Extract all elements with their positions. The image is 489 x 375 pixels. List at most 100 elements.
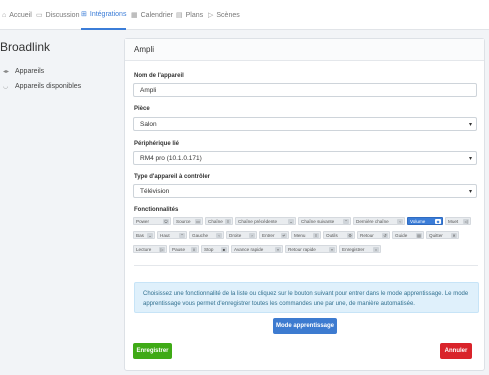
card-header: Ampli — [125, 39, 484, 61]
function-label: Retour rapide — [288, 246, 316, 252]
room-select[interactable]: Salon ▾ — [133, 117, 477, 131]
calendar-icon: ▦ — [131, 11, 138, 19]
tab-label: Discussion — [45, 11, 80, 19]
function-chip-chaine[interactable]: Chaîne ≡ — [205, 217, 233, 225]
function-label: Menu — [294, 232, 306, 238]
function-chip-entrer[interactable]: Entrer ↵ — [259, 231, 289, 239]
function-chip-droite[interactable]: Droite › — [226, 231, 257, 239]
name-field[interactable]: Ampli — [133, 83, 477, 97]
function-label: Outils — [326, 232, 338, 238]
stop-icon: ■ — [221, 247, 227, 252]
grid-icon: ⊞ — [81, 10, 87, 18]
function-label: Droite — [229, 232, 242, 238]
function-chip-lecture[interactable]: Lecture ▷ — [133, 245, 167, 253]
function-chip-menu[interactable]: Menu ≡ — [291, 231, 321, 239]
record-icon: ○ — [373, 247, 379, 252]
sidebar-title: Broadlink — [0, 40, 51, 54]
function-label: Bas — [136, 232, 144, 238]
function-chip-haut[interactable]: Haut ⌃ — [157, 231, 187, 239]
gear-icon: ⚙ — [347, 233, 353, 238]
function-chip-avance-rapide[interactable]: Avance rapide » — [231, 245, 283, 253]
tab-label: Scènes — [216, 11, 240, 19]
function-label: Retour — [360, 232, 374, 238]
chat-icon: ▭ — [36, 11, 43, 19]
function-chip-muet[interactable]: Muet ◁ — [445, 217, 471, 225]
tab-scenes[interactable]: ▷ Scènes — [208, 0, 240, 30]
wifi-icon: ◡ — [3, 84, 9, 90]
play-icon: ▷ — [208, 11, 214, 19]
function-chip-enregistrer[interactable]: Enregistrer ○ — [339, 245, 381, 253]
tab-label: Intégrations — [89, 10, 127, 18]
function-chip-chaine-suivante[interactable]: Chaîne suivante ⌃ — [298, 217, 351, 225]
function-label: Gauche — [192, 232, 209, 238]
function-chip-gauche[interactable]: Gauche ‹ — [189, 231, 224, 239]
function-chip-outils[interactable]: Outils ⚙ — [323, 231, 355, 239]
cancel-button[interactable]: Annuler — [440, 343, 472, 359]
menu-icon: ≡ — [313, 233, 319, 238]
tab-plans[interactable]: ▤ Plans — [176, 0, 203, 30]
name-label: Nom de l'appareil — [134, 73, 184, 79]
chevron-down-icon: ▾ — [468, 189, 472, 195]
chevron-down-icon: ⌄ — [147, 233, 153, 238]
type-value: Télévision — [140, 187, 170, 195]
power-icon: ⏻ — [163, 219, 169, 224]
mute-icon: ◁ — [463, 219, 469, 224]
chevron-down-icon: ▾ — [468, 122, 472, 128]
info-alert: Choisissez une fonctionnalité de la list… — [134, 282, 479, 313]
type-label: Type d'appareil à contrôler — [134, 174, 211, 180]
device-card: Ampli Nom de l'appareil Ampli Pièce Salo… — [124, 38, 485, 371]
sidebar-item-appareils[interactable]: ◂▸ Appareils — [3, 68, 44, 75]
function-chip-bas[interactable]: Bas ⌄ — [133, 231, 155, 239]
function-chip-source[interactable]: Source ▭ — [173, 217, 203, 225]
function-chip-pause[interactable]: Pause ‖ — [169, 245, 199, 253]
function-label: Chaîne précédente — [238, 218, 278, 224]
tab-label: Calendrier — [140, 11, 173, 19]
function-chip-stop[interactable]: Stop ■ — [201, 245, 229, 253]
tab-label: Plans — [185, 11, 204, 19]
save-button[interactable]: Enregistrer — [133, 343, 172, 359]
chevron-left-icon: ‹ — [216, 233, 222, 238]
name-value: Ampli — [140, 86, 157, 94]
divider — [134, 265, 478, 266]
card-title: Ampli — [134, 45, 155, 54]
tab-accueil[interactable]: ⌂ Accueil — [2, 0, 32, 30]
source-icon: ▭ — [195, 219, 201, 224]
devices-icon: ◂▸ — [3, 69, 10, 75]
enter-icon: ↵ — [281, 233, 287, 238]
peripheral-select[interactable]: RM4 pro (10.1.0.171) ▾ — [133, 151, 477, 165]
tab-integrations[interactable]: ⊞ Intégrations — [81, 0, 127, 30]
tab-calendrier[interactable]: ▦ Calendrier — [131, 0, 173, 30]
sidebar-item-label: Appareils — [15, 68, 45, 75]
function-chip-chaine-precedente[interactable]: Chaîne précédente ⌄ — [235, 217, 296, 225]
function-label: Guide — [395, 232, 408, 238]
function-chip-guide[interactable]: Guide ▤ — [392, 231, 424, 239]
tab-discussion[interactable]: ▭ Discussion — [36, 0, 79, 30]
learning-mode-button[interactable]: Mode apprentissage — [273, 318, 337, 334]
play-icon: ▷ — [159, 247, 165, 252]
chevron-left-icon: ‹ — [397, 219, 403, 224]
type-select[interactable]: Télévision ▾ — [133, 184, 477, 198]
home-icon: ⌂ — [2, 11, 7, 19]
undo-icon: ↺ — [382, 233, 388, 238]
sidebar-item-label: Appareils disponibles — [15, 83, 82, 90]
chevron-up-icon: ⌃ — [343, 219, 349, 224]
function-label: Source — [176, 218, 191, 224]
sidebar-item-appareils-disponibles[interactable]: ◡ Appareils disponibles — [3, 83, 81, 90]
function-label: Quitter — [429, 232, 443, 238]
function-chip-volume[interactable]: Volume ◆ — [407, 217, 443, 225]
room-value: Salon — [140, 120, 157, 128]
fast-forward-icon: » — [275, 247, 281, 252]
function-label: Entrer — [262, 232, 275, 238]
volume-icon: ◆ — [435, 219, 441, 224]
tab-label: Accueil — [9, 11, 32, 19]
function-chip-derniere-chaine[interactable]: Dernière chaîne ‹ — [353, 217, 405, 225]
function-chip-retour[interactable]: Retour ↺ — [357, 231, 390, 239]
function-chip-quitter[interactable]: Quitter ✕ — [426, 231, 459, 239]
pause-icon: ‖ — [191, 247, 197, 252]
function-label: Lecture — [136, 246, 152, 252]
rewind-icon: « — [329, 247, 335, 252]
function-chip-power[interactable]: Power ⏻ — [133, 217, 171, 225]
chevron-down-icon: ⌄ — [288, 219, 294, 224]
function-label: Enregistrer — [342, 246, 365, 252]
function-chip-retour-rapide[interactable]: Retour rapide « — [285, 245, 337, 253]
